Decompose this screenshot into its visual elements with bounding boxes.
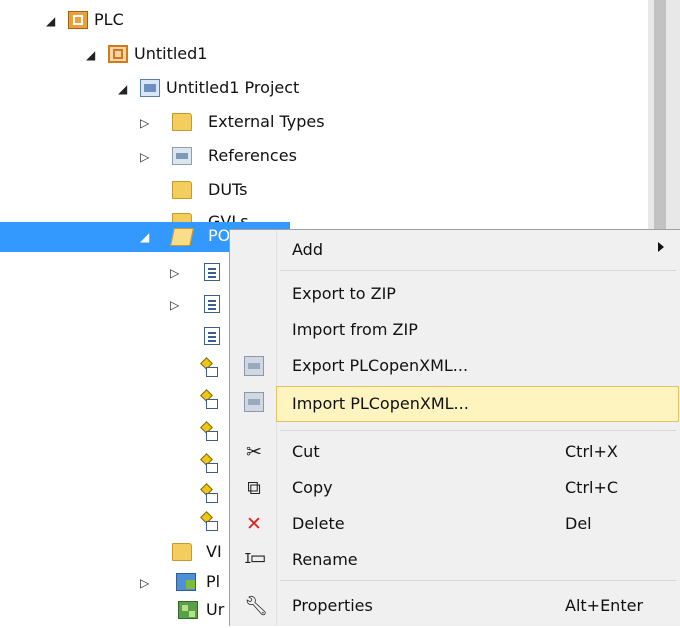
expanded-arrow-icon[interactable]: ◢	[46, 14, 58, 28]
expanded-arrow-icon[interactable]: ◢	[86, 48, 98, 62]
menu-item-cut[interactable]: ✂ Cut Ctrl+X	[230, 434, 680, 470]
action-icon	[202, 513, 220, 531]
menu-item-add[interactable]: Add	[230, 232, 680, 268]
menu-item-label: Properties	[292, 596, 373, 615]
folder-icon	[172, 113, 192, 131]
menu-separator	[280, 270, 676, 271]
menu-item-label: Add	[292, 240, 323, 259]
plcopenxml-import-icon	[244, 392, 264, 412]
tree-node-duts[interactable]: DUTs	[0, 174, 648, 208]
menu-item-label: Delete	[292, 514, 345, 533]
tree-node-label: VI	[206, 542, 222, 561]
task-icon	[178, 601, 198, 619]
pou-document-icon	[204, 295, 220, 313]
menu-item-copy[interactable]: ⧉ Copy Ctrl+C	[230, 470, 680, 506]
menu-item-export-plcopenxml[interactable]: Export PLCopenXML...	[230, 348, 680, 384]
collapsed-arrow-icon[interactable]: ▷	[170, 298, 182, 312]
plc-project-icon	[108, 45, 128, 63]
menu-item-shortcut: Alt+Enter	[565, 596, 644, 615]
context-menu: Add Export to ZIP Import from ZIP Export…	[229, 229, 680, 626]
tree-node-external-types[interactable]: ▷ External Types	[0, 106, 648, 140]
menu-item-label: Export to ZIP	[292, 284, 396, 303]
action-icon	[202, 485, 220, 503]
tree-node-label: Untitled1 Project	[166, 78, 300, 97]
folder-open-icon	[170, 228, 194, 246]
tree-node-references[interactable]: ▷ References	[0, 140, 648, 174]
tree-node-label: References	[208, 146, 297, 165]
rename-icon: I⊏⊐	[244, 552, 265, 567]
menu-item-rename[interactable]: I⊏⊐ Rename	[230, 542, 680, 578]
tree-node-plc[interactable]: ◢ PLC	[0, 4, 648, 38]
menu-item-label: Copy	[292, 478, 333, 497]
collapsed-arrow-icon[interactable]: ▷	[140, 576, 152, 590]
tree-node-label: DUTs	[208, 180, 248, 199]
tree-node-untitled1[interactable]: ◢ Untitled1	[0, 38, 648, 72]
folder-icon	[172, 181, 192, 199]
tree-node-untitled1-project[interactable]: ◢ Untitled1 Project	[0, 72, 648, 106]
expanded-arrow-icon[interactable]: ◢	[118, 82, 130, 96]
menu-separator	[280, 430, 676, 431]
expanded-arrow-icon[interactable]: ◢	[140, 230, 152, 244]
menu-item-delete[interactable]: ✕ Delete Del	[230, 506, 680, 542]
tree-node-label: PLC	[94, 10, 124, 29]
pou-document-icon	[204, 263, 220, 281]
menu-item-import-zip[interactable]: Import from ZIP	[230, 312, 680, 348]
references-icon	[172, 147, 192, 165]
action-icon	[202, 391, 220, 409]
menu-item-shortcut: Ctrl+C	[565, 478, 619, 497]
menu-item-label: Rename	[292, 550, 358, 569]
wrench-icon: 🔧︎	[244, 595, 269, 617]
menu-item-import-plcopenxml[interactable]: Import PLCopenXML...	[276, 386, 679, 422]
menu-item-label: Cut	[292, 442, 320, 461]
tree-node-label: Pl	[206, 572, 221, 591]
menu-item-properties[interactable]: 🔧︎ Properties Alt+Enter	[230, 588, 680, 624]
tree-node-label: PO	[208, 226, 231, 245]
plcopenxml-export-icon	[244, 356, 264, 376]
tree-node-label: External Types	[208, 112, 325, 131]
menu-item-label: Export PLCopenXML...	[292, 356, 469, 375]
menu-item-shortcut: Del	[565, 514, 592, 533]
submenu-arrow-icon	[658, 242, 664, 252]
menu-separator	[280, 580, 676, 581]
delete-icon: ✕	[246, 513, 262, 535]
menu-item-export-zip[interactable]: Export to ZIP	[230, 276, 680, 312]
menu-item-label: Import from ZIP	[292, 320, 418, 339]
collapsed-arrow-icon[interactable]: ▷	[170, 266, 182, 280]
project-icon	[140, 79, 160, 97]
folder-icon	[172, 543, 192, 561]
collapsed-arrow-icon[interactable]: ▷	[140, 116, 152, 130]
action-icon	[202, 423, 220, 441]
tree-node-label: Ur	[206, 600, 225, 619]
copy-icon: ⧉	[247, 477, 261, 499]
pou-document-icon	[204, 327, 220, 345]
collapsed-arrow-icon[interactable]: ▷	[140, 150, 152, 164]
action-icon	[202, 359, 220, 377]
scrollbar-thumb[interactable]	[654, 0, 666, 232]
plc-icon	[68, 11, 88, 29]
tree-node-label: Untitled1	[134, 44, 208, 63]
menu-item-label: Import PLCopenXML...	[292, 394, 469, 413]
scissors-icon: ✂	[246, 441, 262, 463]
action-icon	[202, 455, 220, 473]
menu-item-shortcut: Ctrl+X	[565, 442, 618, 461]
platform-icon	[176, 573, 196, 591]
